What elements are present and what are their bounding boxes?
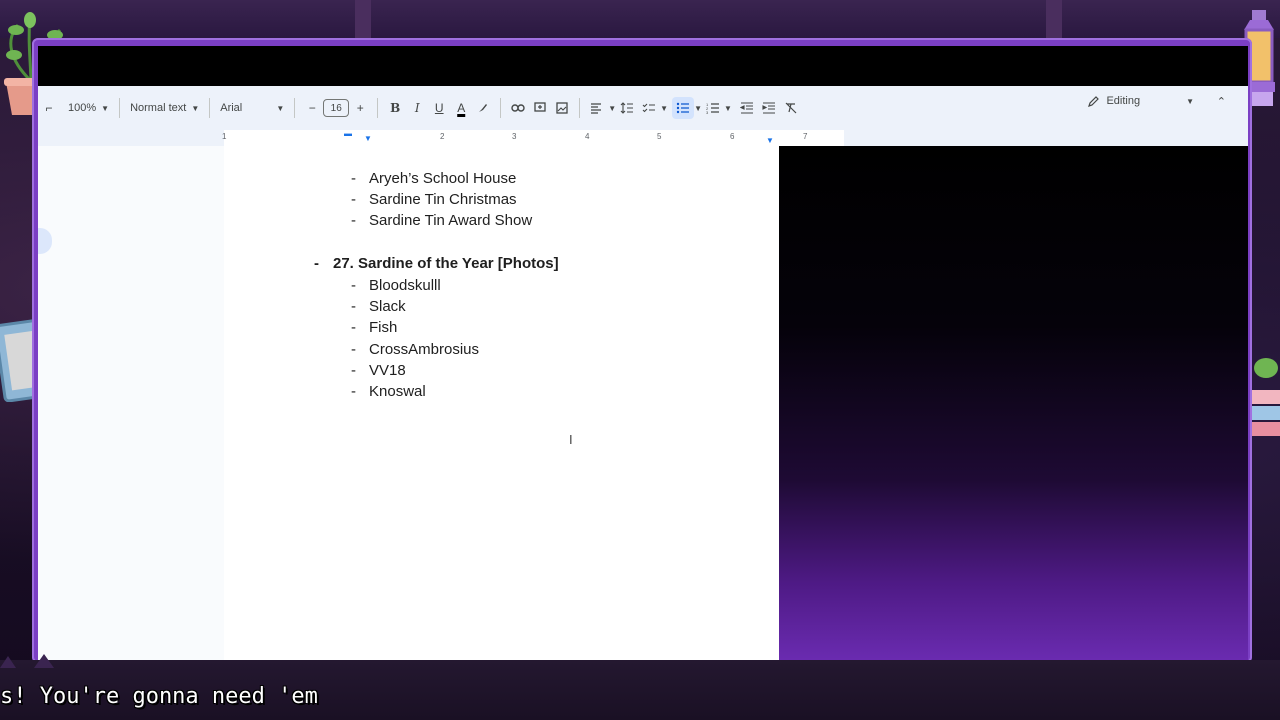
zoom-value: 100% xyxy=(68,102,97,114)
list-item: Knoswal xyxy=(369,383,426,400)
bold-button[interactable]: B xyxy=(384,97,406,119)
font-value: Arial xyxy=(220,102,243,114)
ruler-number: 1 xyxy=(222,132,227,141)
editing-mode-select[interactable]: Editing ▼ xyxy=(1088,95,1194,107)
zoom-select[interactable]: 100% ▼ xyxy=(64,95,113,121)
ruler-number: 7 xyxy=(803,132,808,141)
document-page[interactable]: - Aryeh’s School House - Sardine Tin Chr… xyxy=(224,146,779,660)
right-indent-marker-icon[interactable]: ▼ xyxy=(766,136,774,145)
section-heading: 27. Sardine of the Year [Photos] xyxy=(333,255,559,272)
bulleted-list-icon[interactable] xyxy=(672,97,695,119)
chevron-down-icon: ▼ xyxy=(276,103,285,113)
separator xyxy=(294,98,296,118)
list-dash: - xyxy=(351,170,356,187)
wood-beam xyxy=(355,0,371,38)
line-spacing-icon[interactable] xyxy=(616,97,638,119)
black-bar xyxy=(38,46,1248,86)
list-dash: - xyxy=(351,319,356,336)
list-item: Aryeh’s School House xyxy=(369,170,517,187)
wood-beam xyxy=(1046,0,1062,38)
checklist-icon[interactable] xyxy=(638,97,660,119)
svg-text:3: 3 xyxy=(706,110,709,114)
ruler-number: 3 xyxy=(512,132,517,141)
list-item: Sardine Tin Award Show xyxy=(369,212,533,229)
list-dash: - xyxy=(351,362,356,379)
decrease-font-size-button[interactable]: − xyxy=(301,97,323,119)
list-item: Slack xyxy=(369,298,406,315)
align-icon[interactable] xyxy=(586,97,608,119)
list-dash: - xyxy=(314,255,319,272)
chevron-down-icon: ▼ xyxy=(191,103,200,113)
chevron-down-icon: ▼ xyxy=(1186,96,1194,106)
highlighter-icon[interactable] xyxy=(472,97,494,119)
style-select[interactable]: Normal text ▼ xyxy=(126,95,203,121)
italic-button[interactable]: I xyxy=(406,97,428,119)
chevron-up-icon[interactable]: ⌃ xyxy=(1217,95,1226,108)
ruler-number: 5 xyxy=(657,132,662,141)
clear-format-icon[interactable] xyxy=(780,97,802,119)
paint-format-icon[interactable]: ⌐ xyxy=(38,97,60,119)
chat-message: s! You're gonna need 'em xyxy=(0,684,318,709)
separator xyxy=(119,98,121,118)
font-select[interactable]: Arial ▼ xyxy=(216,95,288,121)
editing-label: Editing xyxy=(1106,95,1141,107)
screen-capture: ⌐ 100% ▼ Normal text ▼ Arial ▼ − 16 + B I U… xyxy=(38,46,1248,660)
separator xyxy=(209,98,211,118)
list-dash: - xyxy=(351,383,356,400)
top-decor-strip xyxy=(0,0,1280,38)
list-dash: - xyxy=(351,341,356,358)
list-dash: - xyxy=(351,277,356,294)
text-cursor-icon: I xyxy=(569,432,573,447)
chevron-down-icon[interactable]: ▼ xyxy=(694,104,702,113)
image-icon[interactable] xyxy=(551,97,573,119)
list-dash: - xyxy=(351,298,356,315)
underline-button[interactable]: U xyxy=(428,97,450,119)
separator xyxy=(579,98,581,118)
chevron-down-icon: ▼ xyxy=(101,103,110,113)
ruler-number: 6 xyxy=(730,132,735,141)
cat-ears-icon xyxy=(0,654,54,668)
stream-overlay-panel xyxy=(779,146,1248,660)
ruler-number: 4 xyxy=(585,132,590,141)
separator xyxy=(500,98,502,118)
ruler: 1 ▬ ▼ 2 3 4 5 6 7 ▼ xyxy=(222,129,844,147)
list-item: Sardine Tin Christmas xyxy=(369,191,517,208)
tab-marker-icon[interactable]: ▼ xyxy=(364,134,372,143)
text-color-button[interactable]: A xyxy=(450,97,472,119)
chevron-down-icon[interactable]: ▼ xyxy=(660,104,668,113)
numbered-list-icon[interactable]: 123 xyxy=(702,97,724,119)
list-dash: - xyxy=(351,212,356,229)
list-dash: - xyxy=(351,191,356,208)
separator xyxy=(377,98,379,118)
link-icon[interactable] xyxy=(507,97,529,119)
chevron-down-icon[interactable]: ▼ xyxy=(608,104,616,113)
outline-pane xyxy=(38,146,225,660)
increase-font-size-button[interactable]: + xyxy=(349,97,371,119)
indent-marker-icon[interactable]: ▬ xyxy=(344,129,352,138)
style-value: Normal text xyxy=(130,102,187,114)
chevron-down-icon[interactable]: ▼ xyxy=(724,104,732,113)
font-size-input[interactable]: 16 xyxy=(323,99,350,117)
comment-icon[interactable] xyxy=(529,97,551,119)
list-item: Fish xyxy=(369,319,398,336)
list-item: CrossAmbrosius xyxy=(369,341,480,358)
indent-decrease-icon[interactable] xyxy=(736,97,758,119)
list-item: VV18 xyxy=(369,362,406,379)
indent-increase-icon[interactable] xyxy=(758,97,780,119)
outline-toggle[interactable] xyxy=(38,228,52,254)
ruler-number: 2 xyxy=(440,132,445,141)
pencil-icon xyxy=(1088,96,1100,107)
list-item: Bloodskulll xyxy=(369,277,441,294)
docs-toolbar: ⌐ 100% ▼ Normal text ▼ Arial ▼ − 16 + B I U… xyxy=(38,86,1248,130)
